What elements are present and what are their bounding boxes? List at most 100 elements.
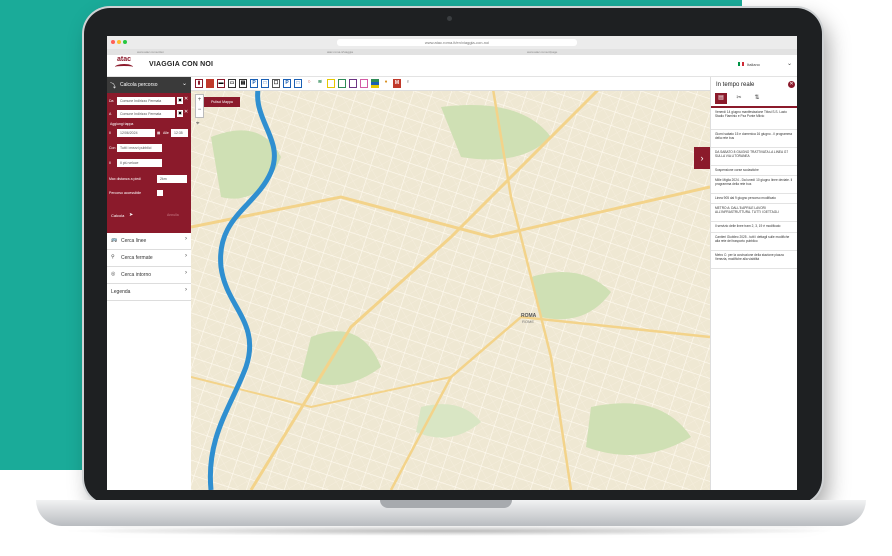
to-options-icon[interactable]: ▣ [177, 110, 183, 117]
compass-icon[interactable]: ⌖ [196, 121, 199, 128]
train-icon[interactable]: ▭ [228, 79, 236, 88]
tram-icon[interactable] [206, 79, 214, 88]
to-label: A [109, 112, 112, 116]
location-pin-icon[interactable]: ♀ [404, 79, 412, 88]
menu-item-label: Cerca linee [121, 238, 147, 244]
send-icon: ➤ [129, 212, 134, 218]
news-tab-icon[interactable]: ▤ [715, 93, 727, 104]
laptop-lip [380, 500, 512, 508]
parking-icon[interactable]: P [250, 79, 258, 88]
language-selector[interactable]: Italiano [747, 62, 760, 67]
from-clear-icon[interactable]: ✕ [184, 96, 188, 102]
laptop-shadow [60, 526, 840, 536]
wifi-icon[interactable]: ≋ [316, 79, 324, 88]
pin-icon: ⚲ [111, 254, 115, 260]
yellow-square-icon[interactable] [327, 79, 335, 88]
from-input[interactable]: Comune Indirizzo Fermata [117, 97, 175, 105]
menu-search-stops[interactable]: ⚲ Cerca fermate › [107, 250, 191, 267]
bulb-icon[interactable]: ♦ [382, 79, 390, 88]
transport-select[interactable]: Tutti i mezzi pubblici [117, 144, 162, 152]
circle-icon[interactable]: ○ [305, 79, 313, 88]
menu-search-lines[interactable]: 🚌 Cerca linee › [107, 233, 191, 250]
menu-search-nearby[interactable]: ◎ Cerca intorno › [107, 267, 191, 284]
ticket-icon[interactable]: ▤ [239, 79, 247, 88]
camera-icon [447, 16, 452, 21]
realtime-tabs: ▤ ✂ ⇅ [711, 92, 797, 108]
lines-icon[interactable] [371, 79, 379, 88]
target-icon: ◎ [111, 271, 116, 277]
chevron-right-icon: › [185, 287, 187, 293]
swap-tab-icon[interactable]: ⇅ [751, 93, 763, 104]
purple-square-icon[interactable] [349, 79, 357, 88]
date-input[interactable]: 12/06/2024 [117, 129, 155, 137]
realtime-title: In tempo reale [716, 82, 755, 88]
menu-item-label: Legenda [111, 289, 131, 295]
laptop-screen: www.atac.roma.it/en/viaggia-con-noi www.… [107, 36, 797, 490]
mode-label: Il [109, 161, 111, 165]
menu-item-label: Cerca fermate [121, 255, 153, 261]
metro-icon[interactable]: M [393, 79, 401, 88]
news-item[interactable]: Il servizio delle linee tram 2, 3, 19 è … [711, 222, 797, 233]
menu-item-label: Cerca intorno [121, 272, 152, 278]
from-options-icon[interactable]: ▣ [177, 97, 183, 104]
to-input[interactable]: Comune Indirizzo Fermata [117, 110, 175, 118]
address-bar[interactable]: www.atac.roma.it/en/viaggia-con-noi [337, 39, 577, 46]
pink-square-icon[interactable] [360, 79, 368, 88]
to-clear-icon[interactable]: ✕ [184, 109, 188, 115]
close-icon[interactable]: ✕ [788, 81, 795, 88]
zoom-out-button[interactable]: − [196, 105, 203, 115]
square-blue-icon[interactable]: □ [261, 79, 269, 88]
from-label: Da [109, 99, 114, 103]
news-item[interactable]: Sospensione corse scolastiche [711, 166, 797, 176]
route-form: Da Comune Indirizzo Fermata ▣ ✕ A Comune… [107, 93, 191, 233]
map-layer-toolbar: ▮ ▬ ▭ ▤ P □ ☐ P □ ○ ≋ ♦ M ♀ [191, 77, 710, 91]
news-item[interactable]: METRO A: DALL'8 APRILE LAVORI ALL'INFRAS… [711, 204, 797, 222]
left-sidebar: ⤵ Calcola percorso ⌄ Da Comune Indirizzo… [107, 77, 191, 490]
accessible-checkbox[interactable] [157, 190, 163, 196]
menu-legend[interactable]: Legenda › [107, 284, 191, 301]
city-sub-label: ROME [522, 319, 534, 324]
news-item[interactable]: Cantieri Giubileo 2025 - tutti i dettagl… [711, 233, 797, 251]
calendar-icon[interactable]: ▦ [157, 131, 160, 135]
sign-icon[interactable]: ☐ [272, 79, 280, 88]
chevron-right-icon: › [185, 270, 187, 276]
atac-logo[interactable]: atac [117, 56, 131, 63]
browser-chrome: www.atac.roma.it/en/viaggia-con-noi [107, 36, 797, 50]
news-item[interactable]: Giorni sabato 15 e domenica 16 giugno - … [711, 130, 797, 148]
sidebar-footer-area [107, 301, 191, 490]
reset-button[interactable]: Annulla [167, 213, 179, 217]
walk-distance-label: Max distanza a piedi [109, 177, 141, 181]
zoom-in-button[interactable]: + [196, 95, 203, 105]
italy-flag-icon [738, 62, 744, 66]
news-item[interactable]: Venerdì 14 giugno manifestazione Tifosi … [711, 108, 797, 130]
clear-map-button[interactable]: Pulisci Mappa [204, 97, 240, 107]
zoom-controls: + − [195, 94, 204, 118]
chevron-right-icon: › [185, 236, 187, 242]
add-stop-link[interactable]: Aggiungi tappa [110, 122, 133, 126]
mode-select[interactable]: Il più veloce [117, 159, 162, 167]
news-item[interactable]: DA SABATO 8 GIUGNO TRATTIVATA LA LINEA G… [711, 148, 797, 166]
collapse-panel-button[interactable]: › [694, 147, 710, 169]
route-planner-title: Calcola percorso [120, 82, 158, 88]
map-canvas[interactable]: ROMA ROME + − ⌖ [191, 77, 710, 490]
news-item[interactable]: Mille Miglia 2024 - Da lunedì 10 giugno … [711, 176, 797, 194]
parking-ride-icon[interactable]: P [283, 79, 291, 88]
news-item[interactable]: Metro C: per la costruzione della stazio… [711, 251, 797, 269]
news-item[interactable]: Linea 905 dal 9 giugno percorso modifica… [711, 194, 797, 204]
date-label: Il [109, 131, 111, 135]
metro-line-icon[interactable]: ▬ [217, 79, 225, 88]
square-blue-icon[interactable]: □ [294, 79, 302, 88]
time-input[interactable]: 12:35 [171, 129, 188, 137]
site-header: atac VIAGGIA CON NOI Italiano ⌄ [107, 55, 797, 77]
page-title: VIAGGIA CON NOI [149, 61, 214, 68]
with-label: Con [109, 146, 116, 150]
walk-distance-select[interactable]: 2km [157, 175, 187, 183]
chevron-down-icon[interactable]: ⌄ [787, 60, 792, 67]
route-planner-header[interactable]: ⤵ Calcola percorso ⌄ [107, 77, 191, 93]
realtime-panel: In tempo reale ✕ ▤ ✂ ⇅ Venerdì 14 giugno… [710, 77, 797, 490]
chevron-down-icon[interactable]: ⌄ [182, 80, 187, 87]
green-square-icon[interactable] [338, 79, 346, 88]
tools-tab-icon[interactable]: ✂ [733, 93, 745, 104]
bus-stop-icon[interactable]: ▮ [195, 79, 203, 88]
calculate-button[interactable]: Calcola [111, 213, 124, 218]
